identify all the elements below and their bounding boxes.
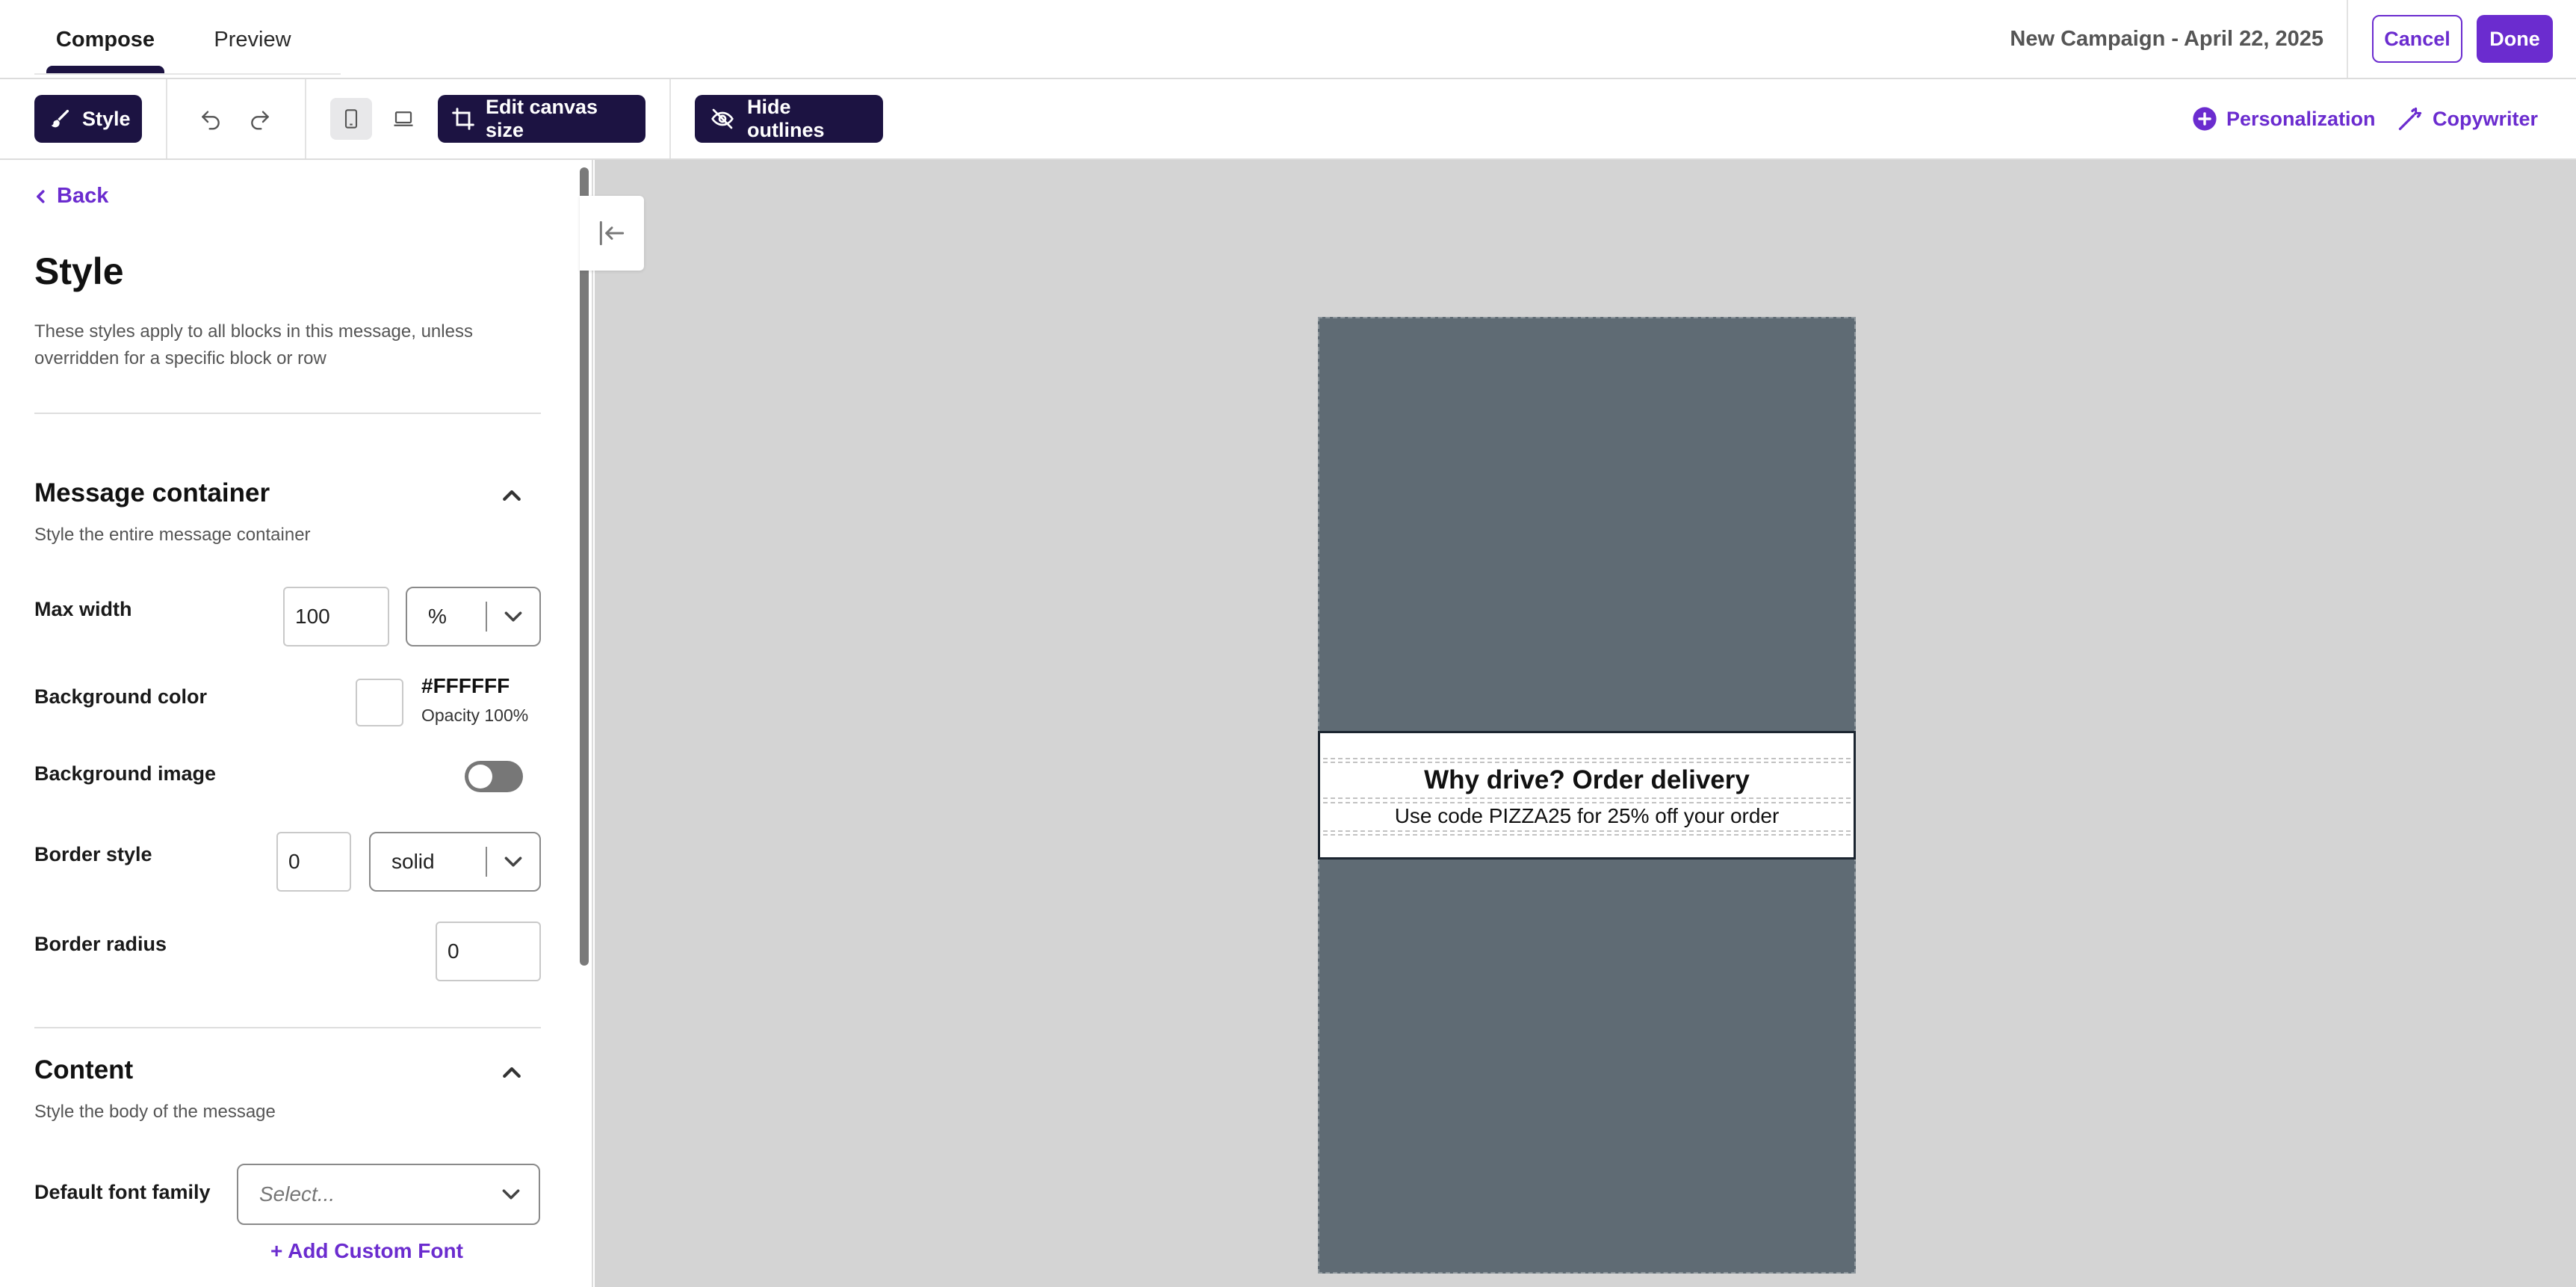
header-divider [2347, 0, 2348, 78]
add-custom-font-link[interactable]: + Add Custom Font [270, 1239, 463, 1263]
max-width-unit-value: % [428, 605, 447, 628]
border-style-label: Border style [34, 843, 152, 865]
toolbar-divider [166, 79, 167, 158]
collapse-left-icon [599, 220, 625, 246]
desktop-view-button[interactable] [383, 98, 424, 140]
content-section-description: Style the body of the message [34, 1102, 276, 1122]
border-style-value: solid [391, 850, 435, 873]
copywriter-label: Copywriter [2433, 107, 2539, 130]
row-outline [1323, 802, 1851, 803]
top-bar: Compose Preview New Campaign - April 22,… [0, 0, 2576, 79]
sidebar-scrollbar[interactable] [580, 167, 589, 966]
eye-slash-icon [711, 108, 734, 129]
chevron-down-icon [487, 611, 539, 623]
row-outline [1323, 797, 1851, 799]
chevron-up-icon [503, 1067, 521, 1078]
default-font-select[interactable]: Select... [237, 1164, 540, 1225]
background-image-toggle[interactable] [465, 761, 523, 792]
background-color-opacity: Opacity 100% [421, 706, 529, 725]
divider [34, 413, 541, 414]
cancel-button[interactable]: Cancel [2372, 15, 2462, 63]
background-color-hex: #FFFFFF [421, 674, 510, 697]
row-outline [1323, 762, 1851, 763]
campaign-title: New Campaign - April 22, 2025 [2010, 26, 2323, 51]
row-outline [1323, 834, 1851, 836]
sidebar-title: Style [34, 250, 124, 292]
row-outline [1323, 830, 1851, 832]
mobile-view-button[interactable] [330, 98, 372, 140]
row-outline [1323, 758, 1851, 759]
message-container-description: Style the entire message container [34, 525, 311, 545]
default-font-placeholder: Select... [259, 1182, 335, 1206]
undo-button[interactable] [190, 98, 232, 140]
border-width-input[interactable] [276, 832, 351, 892]
paintbrush-icon [51, 109, 69, 128]
message-subtext[interactable]: Use code PIZZA25 for 25% off your order [1320, 804, 1854, 828]
max-width-input[interactable] [283, 587, 389, 646]
collapse-content-button[interactable] [499, 1060, 524, 1085]
toggle-knob [468, 765, 492, 788]
background-color-label: Background color [34, 685, 208, 708]
copywriter-button[interactable]: Copywriter [2397, 95, 2538, 143]
background-color-swatch[interactable] [356, 679, 403, 726]
toolbar-divider [305, 79, 306, 158]
active-tab-indicator [46, 66, 164, 73]
max-width-unit-select[interactable]: % [406, 587, 541, 646]
crop-icon [452, 108, 474, 130]
back-label: Back [57, 184, 109, 208]
back-link[interactable]: Back [34, 184, 108, 209]
chevron-left-icon [37, 189, 45, 203]
default-font-label: Default font family [34, 1181, 211, 1203]
personalization-button[interactable]: Personalization [2192, 95, 2376, 143]
border-style-select[interactable]: solid [369, 832, 541, 892]
tab-preview[interactable]: Preview [187, 0, 318, 79]
done-button[interactable]: Done [2477, 15, 2553, 63]
undo-icon [202, 111, 220, 130]
collapse-sidebar-button[interactable] [580, 196, 644, 271]
toolbar: Style Edit canvas size Hide outlines Per… [0, 79, 2576, 160]
edit-canvas-size-button[interactable]: Edit canvas size [438, 95, 645, 143]
background-image-label: Background image [34, 762, 217, 785]
desktop-icon [394, 111, 413, 126]
mobile-icon [344, 109, 358, 129]
redo-icon [251, 111, 269, 130]
plus-circle-icon [2193, 107, 2217, 131]
border-radius-input[interactable] [436, 922, 541, 981]
toolbar-divider [669, 79, 671, 158]
chevron-up-icon [503, 490, 521, 501]
border-radius-label: Border radius [34, 933, 167, 955]
chevron-down-icon [487, 856, 539, 868]
content-section-title: Content [34, 1055, 134, 1084]
style-button-label: Style [82, 107, 131, 130]
style-sidebar: Back Style These styles apply to all blo… [0, 160, 593, 1287]
message-container-title: Message container [34, 478, 270, 507]
tabs-divider [34, 73, 341, 75]
sidebar-description: These styles apply to all blocks in this… [34, 321, 473, 368]
hide-outlines-label: Hide outlines [747, 96, 825, 141]
divider [34, 1027, 541, 1028]
style-button[interactable]: Style [34, 95, 142, 143]
hide-outlines-button[interactable]: Hide outlines [695, 95, 883, 143]
max-width-label: Max width [34, 598, 132, 620]
magic-wand-icon [2398, 107, 2422, 131]
collapse-message-container-button[interactable] [499, 483, 524, 508]
personalization-label: Personalization [2226, 107, 2376, 130]
message-headline[interactable]: Why drive? Order delivery [1320, 765, 1854, 795]
chevron-down-icon [502, 1189, 520, 1200]
redo-button[interactable] [239, 98, 281, 140]
message-block[interactable]: Why drive? Order delivery Use code PIZZA… [1318, 731, 1856, 859]
edit-canvas-size-label: Edit canvas size [486, 96, 598, 141]
